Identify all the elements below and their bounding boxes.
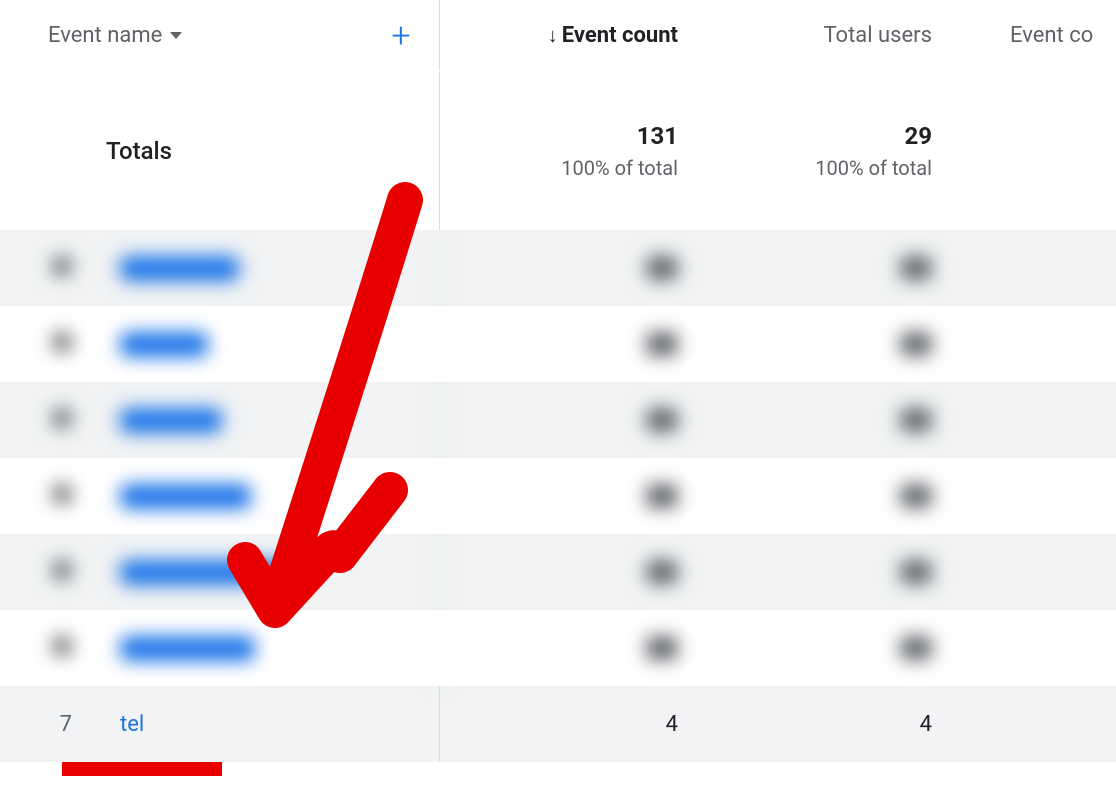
row-number: 7 <box>48 712 72 737</box>
totals-pct: 100% of total <box>561 156 678 180</box>
dimension-header-cell: Event name + <box>0 0 440 71</box>
row-event-count: 5 <box>440 610 694 686</box>
events-table: Event name + ↓ Event count Total users E… <box>0 0 1116 762</box>
event-name-link[interactable]: scroll_depth <box>120 256 239 281</box>
row-dimension-cell: 3 page_view <box>0 382 440 458</box>
row-total-users: 19 <box>694 230 948 306</box>
metric-label: Total users <box>823 23 932 48</box>
row-event-count: 27 <box>440 458 694 534</box>
event-name-link[interactable]: file_download <box>120 636 255 661</box>
row-dimension-cell: 1 scroll_depth <box>0 230 440 306</box>
table-row: 4 session_start 27 27 <box>0 458 1116 534</box>
row-number: 2 <box>48 332 72 357</box>
row-event-count: 29 <box>440 306 694 382</box>
metric-header-event-count[interactable]: ↓ Event count <box>440 0 694 71</box>
table-row: 3 page_view 29 29 <box>0 382 1116 458</box>
table-row: 5 user_engagement 16 16 <box>0 534 1116 610</box>
metric-label: Event count <box>562 23 678 48</box>
event-name-link[interactable]: tel <box>120 712 144 737</box>
totals-event-count: 131 100% of total <box>440 122 694 180</box>
row-total-users: 27 <box>694 458 948 534</box>
event-name-link[interactable]: page_view <box>120 408 222 433</box>
add-dimension-button[interactable]: + <box>385 20 417 52</box>
row-dimension-cell: 5 user_engagement <box>0 534 440 610</box>
totals-total-users: 29 100% of total <box>694 122 948 180</box>
row-total-users: 4 <box>694 686 948 762</box>
totals-value: 131 <box>637 122 678 150</box>
row-dimension-cell: 4 session_start <box>0 458 440 534</box>
row-event-count: 29 <box>440 382 694 458</box>
row-number: 1 <box>48 256 72 281</box>
row-dimension-cell: 2 first_visit <box>0 306 440 382</box>
row-total-users: 29 <box>694 306 948 382</box>
event-name-link[interactable]: first_visit <box>120 332 208 357</box>
dimension-label: Event name <box>48 23 162 48</box>
chevron-down-icon <box>170 32 182 39</box>
totals-pct: 100% of total <box>815 156 932 180</box>
table-row: 1 scroll_depth 38 19 <box>0 230 1116 306</box>
row-total-users: 16 <box>694 534 948 610</box>
totals-value: 29 <box>904 122 932 150</box>
metric-header-partial[interactable]: Event co <box>948 0 1116 71</box>
totals-row: Totals 131 100% of total 29 100% of tota… <box>0 72 1116 230</box>
event-name-link[interactable]: session_start <box>120 484 251 509</box>
event-name-link[interactable]: user_engagement <box>120 560 295 585</box>
row-dimension-cell: 7 tel <box>0 686 440 762</box>
table-header-row: Event name + ↓ Event count Total users E… <box>0 0 1116 72</box>
plus-icon: + <box>391 19 410 53</box>
table-row: 7 tel 4 4 <box>0 686 1116 762</box>
annotation-underline <box>62 762 222 776</box>
row-event-count: 38 <box>440 230 694 306</box>
sort-descending-icon: ↓ <box>548 23 558 48</box>
row-total-users: 5 <box>694 610 948 686</box>
table-row: 6 file_download 5 5 <box>0 610 1116 686</box>
totals-label-cell: Totals <box>0 72 440 230</box>
row-total-users: 29 <box>694 382 948 458</box>
dimension-selector[interactable]: Event name <box>48 23 182 48</box>
row-number: 5 <box>48 560 72 585</box>
row-dimension-cell: 6 file_download <box>0 610 440 686</box>
metric-header-total-users[interactable]: Total users <box>694 0 948 71</box>
row-number: 3 <box>48 408 72 433</box>
totals-label: Totals <box>106 137 172 165</box>
row-event-count: 4 <box>440 686 694 762</box>
table-row: 2 first_visit 29 29 <box>0 306 1116 382</box>
row-number: 6 <box>48 636 72 661</box>
metric-label: Event co <box>1010 23 1093 48</box>
row-event-count: 16 <box>440 534 694 610</box>
row-number: 4 <box>48 484 72 509</box>
